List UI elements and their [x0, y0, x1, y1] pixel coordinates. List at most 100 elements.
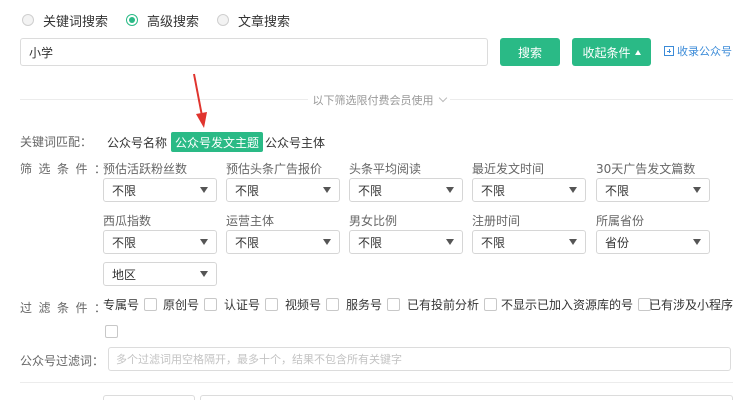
- filter-video-checkbox[interactable]: [326, 298, 340, 311]
- filter-verified-label: 认证号: [224, 298, 261, 312]
- caret-down-icon: [693, 187, 701, 193]
- select-region-value: 地区: [112, 267, 137, 282]
- filter-title-ad-posts-30d: 30天广告发文篇数: [596, 162, 696, 176]
- filter-words-input[interactable]: [108, 347, 731, 371]
- select-last-post[interactable]: 不限: [472, 178, 586, 202]
- radio-advanced-search-label: 高级搜索: [147, 14, 200, 30]
- pass-filter-label: 过滤条件：: [20, 301, 113, 315]
- search-button[interactable]: 搜索: [500, 38, 560, 66]
- collapse-conditions-label: 收起条件: [582, 45, 631, 60]
- filter-hide-in-library-label: 不显示已加入资源库的号: [501, 298, 634, 312]
- select-ad-price-value: 不限: [235, 183, 260, 198]
- keyword-match-label: 关键词匹配：: [20, 135, 93, 149]
- filter-verified-checkbox[interactable]: [265, 298, 279, 311]
- filter-service-checkbox[interactable]: [387, 298, 401, 311]
- filter-conditions-label: 筛选条件：: [20, 162, 113, 176]
- caret-down-icon: [200, 239, 208, 245]
- radio-article-search-label: 文章搜索: [238, 14, 291, 30]
- filter-exclusive[interactable]: 专属号: [103, 296, 158, 313]
- caret-down-icon: [446, 187, 454, 193]
- caret-down-icon: [569, 187, 577, 193]
- filter-title-province: 所属省份: [596, 214, 645, 228]
- radio-keyword-search-dot[interactable]: [22, 14, 34, 26]
- caret-down-icon: [323, 239, 331, 245]
- kw-option-post-topic[interactable]: 公众号发文主题: [171, 132, 264, 152]
- filter-service-label: 服务号: [346, 298, 383, 312]
- select-operator-value: 不限: [235, 235, 260, 250]
- partial-select-left[interactable]: [103, 395, 195, 400]
- filter-title-reg-time: 注册时间: [472, 214, 521, 228]
- select-ad-posts-30d[interactable]: 不限: [596, 178, 710, 202]
- select-last-post-value: 不限: [481, 183, 506, 198]
- filter-original-checkbox[interactable]: [204, 298, 218, 311]
- caret-down-icon: [200, 187, 208, 193]
- select-reg-time-value: 不限: [481, 235, 506, 250]
- caret-down-icon: [323, 187, 331, 193]
- filter-service[interactable]: 服务号: [346, 296, 401, 313]
- search-mode-group: 关键词搜索 高级搜索 文章搜索: [22, 10, 308, 30]
- filter-exclusive-label: 专属号: [103, 298, 140, 312]
- select-operator[interactable]: 不限: [226, 230, 340, 254]
- filter-pre-analysis[interactable]: 已有投前分析: [407, 296, 498, 313]
- select-province[interactable]: 省份: [596, 230, 710, 254]
- select-avg-reads-value: 不限: [358, 183, 383, 198]
- select-xigua-index-value: 不限: [112, 235, 137, 250]
- radio-advanced-search-dot[interactable]: [126, 14, 139, 26]
- select-region[interactable]: 地区: [103, 262, 217, 286]
- filter-title-last-post: 最近发文时间: [472, 162, 545, 176]
- select-province-value: 省份: [605, 235, 630, 250]
- search-button-label: 搜索: [517, 45, 542, 60]
- filter-mini-program[interactable]: 已有涉及小程序: [649, 296, 733, 313]
- bottom-divider: [20, 382, 733, 383]
- filter-mini-program-label: 已有涉及小程序: [649, 298, 734, 312]
- radio-keyword-search[interactable]: 关键词搜索: [22, 11, 108, 30]
- partial-input-right[interactable]: [200, 395, 733, 400]
- kw-option-account-name[interactable]: 公众号名称: [103, 132, 171, 152]
- select-reg-time[interactable]: 不限: [472, 230, 586, 254]
- caret-down-icon: [569, 239, 577, 245]
- filter-video-label: 视频号: [285, 298, 322, 312]
- select-active-fans[interactable]: 不限: [103, 178, 217, 202]
- select-ad-price[interactable]: 不限: [226, 178, 340, 202]
- select-gender-ratio[interactable]: 不限: [349, 230, 463, 254]
- select-ad-posts-30d-value: 不限: [605, 183, 630, 198]
- caret-down-icon: [200, 271, 208, 277]
- collect-account-link[interactable]: 收录公众号: [664, 43, 732, 59]
- select-gender-ratio-value: 不限: [358, 235, 383, 250]
- filter-title-avg-reads: 头条平均阅读: [349, 162, 422, 176]
- radio-keyword-search-label: 关键词搜索: [43, 14, 109, 30]
- filter-original-label: 原创号: [163, 298, 200, 312]
- filter-original[interactable]: 原创号: [163, 296, 218, 313]
- filter-title-active-fans: 预估活跃粉丝数: [103, 162, 188, 176]
- radio-article-search-dot[interactable]: [217, 14, 230, 26]
- plus-square-icon: [664, 46, 674, 56]
- chevron-down-icon: [438, 93, 447, 103]
- radio-article-search[interactable]: 文章搜索: [217, 11, 290, 30]
- select-active-fans-value: 不限: [112, 183, 137, 198]
- filter-title-xigua-index: 西瓜指数: [103, 214, 152, 228]
- search-input[interactable]: [20, 38, 488, 66]
- kw-option-account-entity[interactable]: 公众号主体: [261, 132, 329, 152]
- select-xigua-index[interactable]: 不限: [103, 230, 217, 254]
- red-arrow-annotation: [193, 73, 207, 128]
- filter-title-operator: 运营主体: [226, 214, 275, 228]
- filter-video[interactable]: 视频号: [285, 296, 340, 313]
- radio-advanced-search[interactable]: 高级搜索: [126, 11, 199, 30]
- member-only-text: 以下筛选限付费会员使用: [312, 94, 434, 107]
- caret-down-icon: [693, 239, 701, 245]
- triangle-up-icon: [634, 49, 641, 55]
- filter-exclusive-checkbox[interactable]: [144, 298, 158, 311]
- caret-down-icon: [446, 239, 454, 245]
- filter-title-ad-price: 预估头条广告报价: [226, 162, 323, 176]
- member-only-divider[interactable]: 以下筛选限付费会员使用: [308, 92, 450, 108]
- filter-title-gender-ratio: 男女比例: [349, 214, 398, 228]
- filter-pre-analysis-label: 已有投前分析: [407, 298, 480, 312]
- collect-account-label: 收录公众号: [677, 45, 732, 58]
- filter-words-label: 公众号过滤词：: [20, 354, 105, 368]
- select-avg-reads[interactable]: 不限: [349, 178, 463, 202]
- filter-hide-in-library[interactable]: 不显示已加入资源库的号: [501, 296, 652, 313]
- collapse-conditions-button[interactable]: 收起条件: [572, 38, 651, 66]
- filter-verified[interactable]: 认证号: [224, 296, 279, 313]
- filter-mini-program-checkbox[interactable]: [105, 325, 118, 338]
- filter-pre-analysis-checkbox[interactable]: [484, 298, 498, 311]
